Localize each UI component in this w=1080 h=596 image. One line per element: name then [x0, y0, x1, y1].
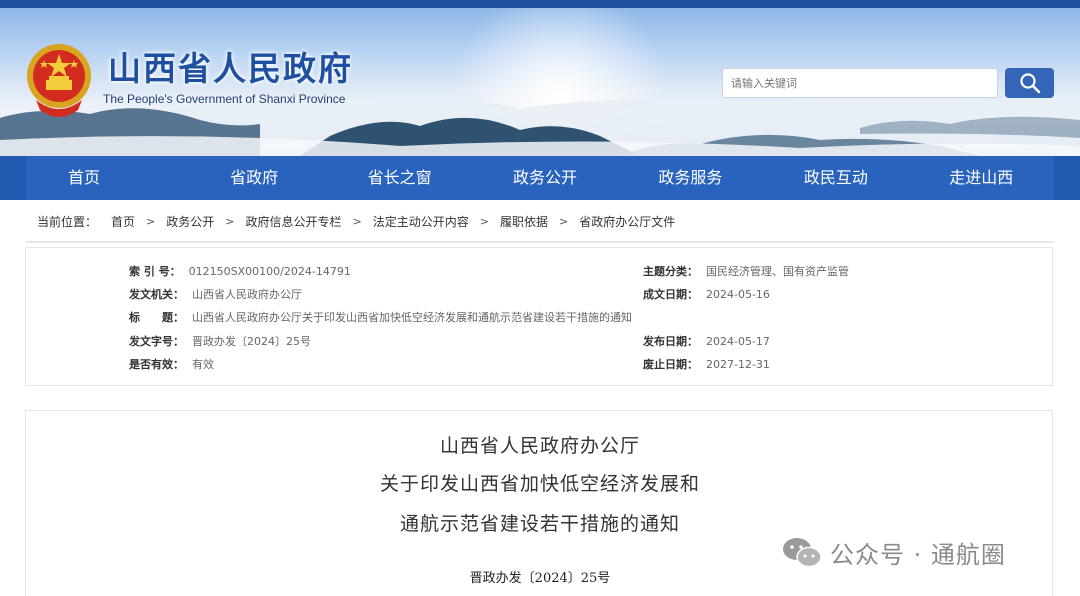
main-nav: 首页 省政府 省长之窗 政务公开 政务服务 政民互动 走进山西	[0, 156, 1080, 200]
metadata-published-date: 发布日期： 2024-05-17	[643, 335, 770, 348]
nav-item-governor-window[interactable]: 省长之窗	[327, 156, 472, 200]
breadcrumb-item-office-documents[interactable]: 省政府办公厅文件	[579, 213, 675, 230]
breadcrumb-item-statutory-content[interactable]: 法定主动公开内容	[373, 213, 469, 230]
document-metadata-panel: 索 引 号： 012150SX00100/2024-14791 主题分类： 国民经济…	[25, 247, 1053, 386]
watermark: 公众号 · 通航圈	[782, 535, 1006, 570]
document-title-line-3: 通航示范省建设若干措施的通知	[399, 513, 680, 535]
watermark-text: 公众号 · 通航圈	[830, 541, 1006, 569]
breadcrumb-separator: >	[479, 215, 489, 228]
search-button[interactable]	[1005, 68, 1054, 98]
national-emblem-icon	[27, 44, 91, 117]
metadata-topic: 主题分类： 国民经济管理、国有资产监管	[643, 265, 849, 278]
breadcrumb-item-info-disclosure-column[interactable]: 政府信息公开专栏	[245, 213, 341, 230]
site-title: 山西省人民政府	[108, 49, 353, 88]
metadata-validity: 是否有效： 有效	[129, 358, 214, 371]
breadcrumb-divider	[26, 241, 1054, 243]
breadcrumb-item-duty-basis[interactable]: 履职依据	[500, 213, 548, 230]
metadata-written-date: 成文日期： 2024-05-16	[643, 288, 770, 301]
breadcrumb-prefix: 当前位置：	[37, 215, 98, 229]
breadcrumb: 当前位置： 首页 > 政务公开 > 政府信息公开专栏 > 法定主动公开内容 > …	[37, 213, 675, 230]
top-bar	[0, 0, 1080, 8]
metadata-title: 标 题： 山西省人民政府办公厅关于印发山西省加快低空经济发展和通航示范省建设若干措…	[129, 311, 632, 324]
wechat-icon	[783, 537, 822, 567]
breadcrumb-separator: >	[558, 215, 569, 228]
breadcrumb-separator: >	[225, 215, 235, 228]
document-title-line-2: 关于印发山西省加快低空经济发展和	[379, 473, 700, 495]
nav-item-home[interactable]: 首页	[26, 156, 181, 200]
metadata-expiry-date: 废止日期： 2027-12-31	[643, 358, 770, 371]
metadata-index: 索 引 号： 012150SX00100/2024-14791	[129, 265, 351, 278]
nav-item-public-interaction[interactable]: 政民互动	[763, 156, 908, 200]
search-input[interactable]	[722, 68, 998, 98]
nav-item-government-affairs-disclosure[interactable]: 政务公开	[472, 156, 617, 200]
site-subtitle: The People's Government of Shanxi Provin…	[103, 92, 346, 106]
nav-item-government-services[interactable]: 政务服务	[618, 156, 763, 200]
breadcrumb-separator: >	[146, 215, 156, 228]
breadcrumb-item-affairs-disclosure[interactable]: 政务公开	[166, 213, 214, 230]
document-title-line-1: 山西省人民政府办公厅	[439, 435, 640, 457]
breadcrumb-separator: >	[352, 215, 362, 228]
breadcrumb-item-home[interactable]: 首页	[111, 213, 135, 230]
nav-item-about-shanxi[interactable]: 走进山西	[909, 156, 1054, 200]
nav-item-provincial-government[interactable]: 省政府	[181, 156, 326, 200]
metadata-issuer: 发文机关： 山西省人民政府办公厅	[129, 288, 302, 301]
search-icon	[1019, 73, 1040, 94]
metadata-document-number: 发文字号： 晋政办发〔2024〕25号	[129, 335, 311, 348]
